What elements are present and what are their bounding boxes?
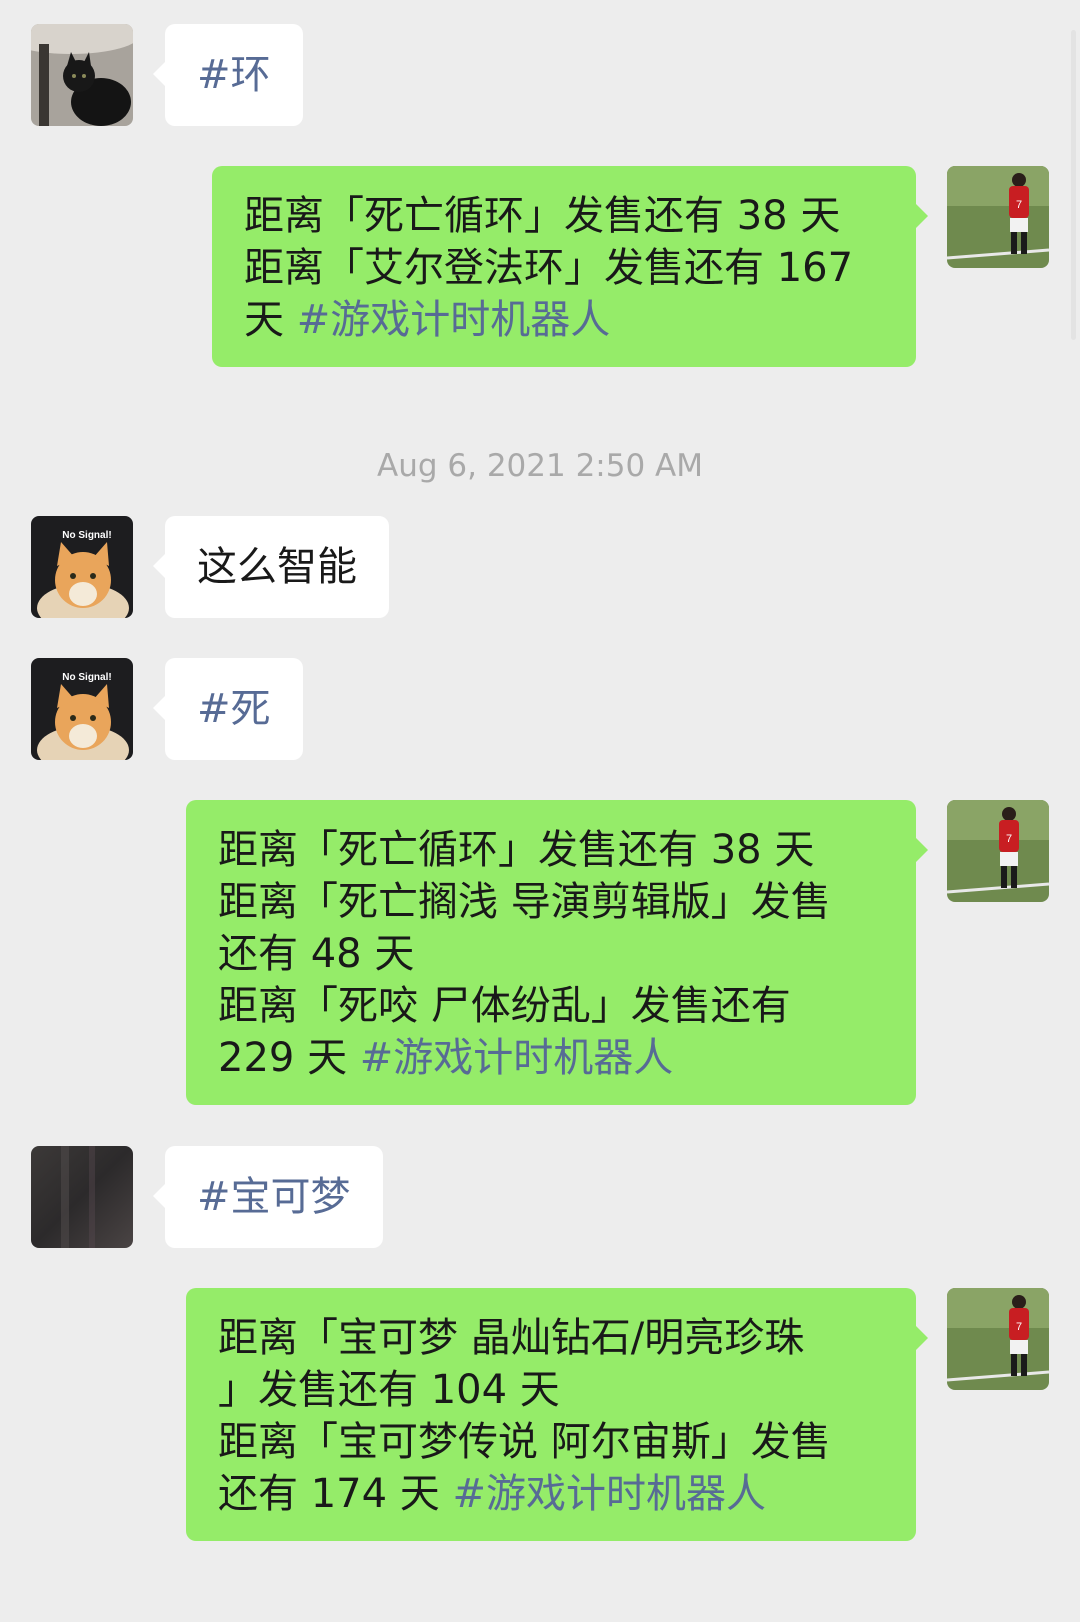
black-cat-avatar[interactable] [31, 24, 133, 126]
message-line: 还有 48 天 [218, 931, 415, 977]
message-line: 还有 174 天 #游戏计时机器人 [218, 1468, 886, 1520]
svg-text:No Signal!: No Signal! [62, 530, 111, 541]
message-bubble[interactable]: 距离「死亡循环」发售还有 38 天 距离「死亡搁浅 导演剪辑版」发售 还有 48… [186, 800, 928, 1105]
message-bubble[interactable]: #宝可梦 [153, 1146, 383, 1248]
message-timestamp: Aug 6, 2021 2:50 AM [377, 448, 703, 484]
message-text: 还有 174 天 [218, 1471, 453, 1517]
svg-text:7: 7 [1006, 833, 1012, 845]
message-bubble[interactable]: 这么智能 [153, 516, 389, 618]
soccer-player-avatar[interactable]: 7 [947, 1288, 1049, 1390]
message-line: 天 #游戏计时机器人 [244, 294, 886, 346]
hashtag-link[interactable]: #游戏计时机器人 [360, 1035, 674, 1081]
chat-conversation: #环 距离「死亡循环」发售还有 38 天 距离「艾尔登法环」发售还有 167 天… [0, 0, 1080, 1622]
no-signal-cat-avatar[interactable]: No Signal! [31, 658, 133, 760]
message-text: 229 天 [218, 1035, 360, 1081]
hashtag-link[interactable]: #游戏计时机器人 [453, 1471, 767, 1517]
message-text: 天 [244, 297, 297, 343]
message-bubble[interactable]: #死 [153, 658, 303, 760]
message-line: 距离「宝可梦 晶灿钻石/明亮珍珠 [218, 1315, 805, 1361]
message-bubble[interactable]: #环 [153, 24, 303, 126]
message-line: 距离「死亡循环」发售还有 38 天 [244, 193, 841, 239]
svg-text:No Signal!: No Signal! [62, 672, 111, 683]
message-line: 229 天 #游戏计时机器人 [218, 1032, 886, 1084]
message-line: 距离「死咬 尸体纷乱」发售还有 [218, 983, 791, 1029]
message-text: 这么智能 [197, 544, 357, 590]
hashtag-link[interactable]: #宝可梦 [197, 1174, 351, 1220]
soccer-player-avatar[interactable]: 7 [947, 800, 1049, 902]
dark-blurred-avatar[interactable] [31, 1146, 133, 1248]
message-line: 」发售还有 104 天 [218, 1367, 560, 1413]
soccer-player-avatar[interactable]: 7 [947, 166, 1049, 268]
hashtag-link[interactable]: #死 [197, 686, 271, 732]
message-bubble[interactable]: 距离「宝可梦 晶灿钻石/明亮珍珠 」发售还有 104 天 距离「宝可梦传说 阿尔… [186, 1288, 928, 1541]
no-signal-cat-avatar[interactable]: No Signal! [31, 516, 133, 618]
message-line: 距离「死亡搁浅 导演剪辑版」发售 [218, 879, 831, 925]
svg-text:7: 7 [1016, 199, 1022, 211]
message-bubble[interactable]: 距离「死亡循环」发售还有 38 天 距离「艾尔登法环」发售还有 167 天 #游… [212, 166, 928, 367]
message-line: 距离「死亡循环」发售还有 38 天 [218, 827, 815, 873]
message-line: 距离「艾尔登法环」发售还有 167 [244, 245, 854, 291]
hashtag-link[interactable]: #环 [197, 52, 271, 98]
hashtag-link[interactable]: #游戏计时机器人 [297, 297, 611, 343]
scrollbar[interactable] [1071, 30, 1076, 340]
svg-text:7: 7 [1016, 1321, 1022, 1333]
message-line: 距离「宝可梦传说 阿尔宙斯」发售 [218, 1419, 831, 1465]
